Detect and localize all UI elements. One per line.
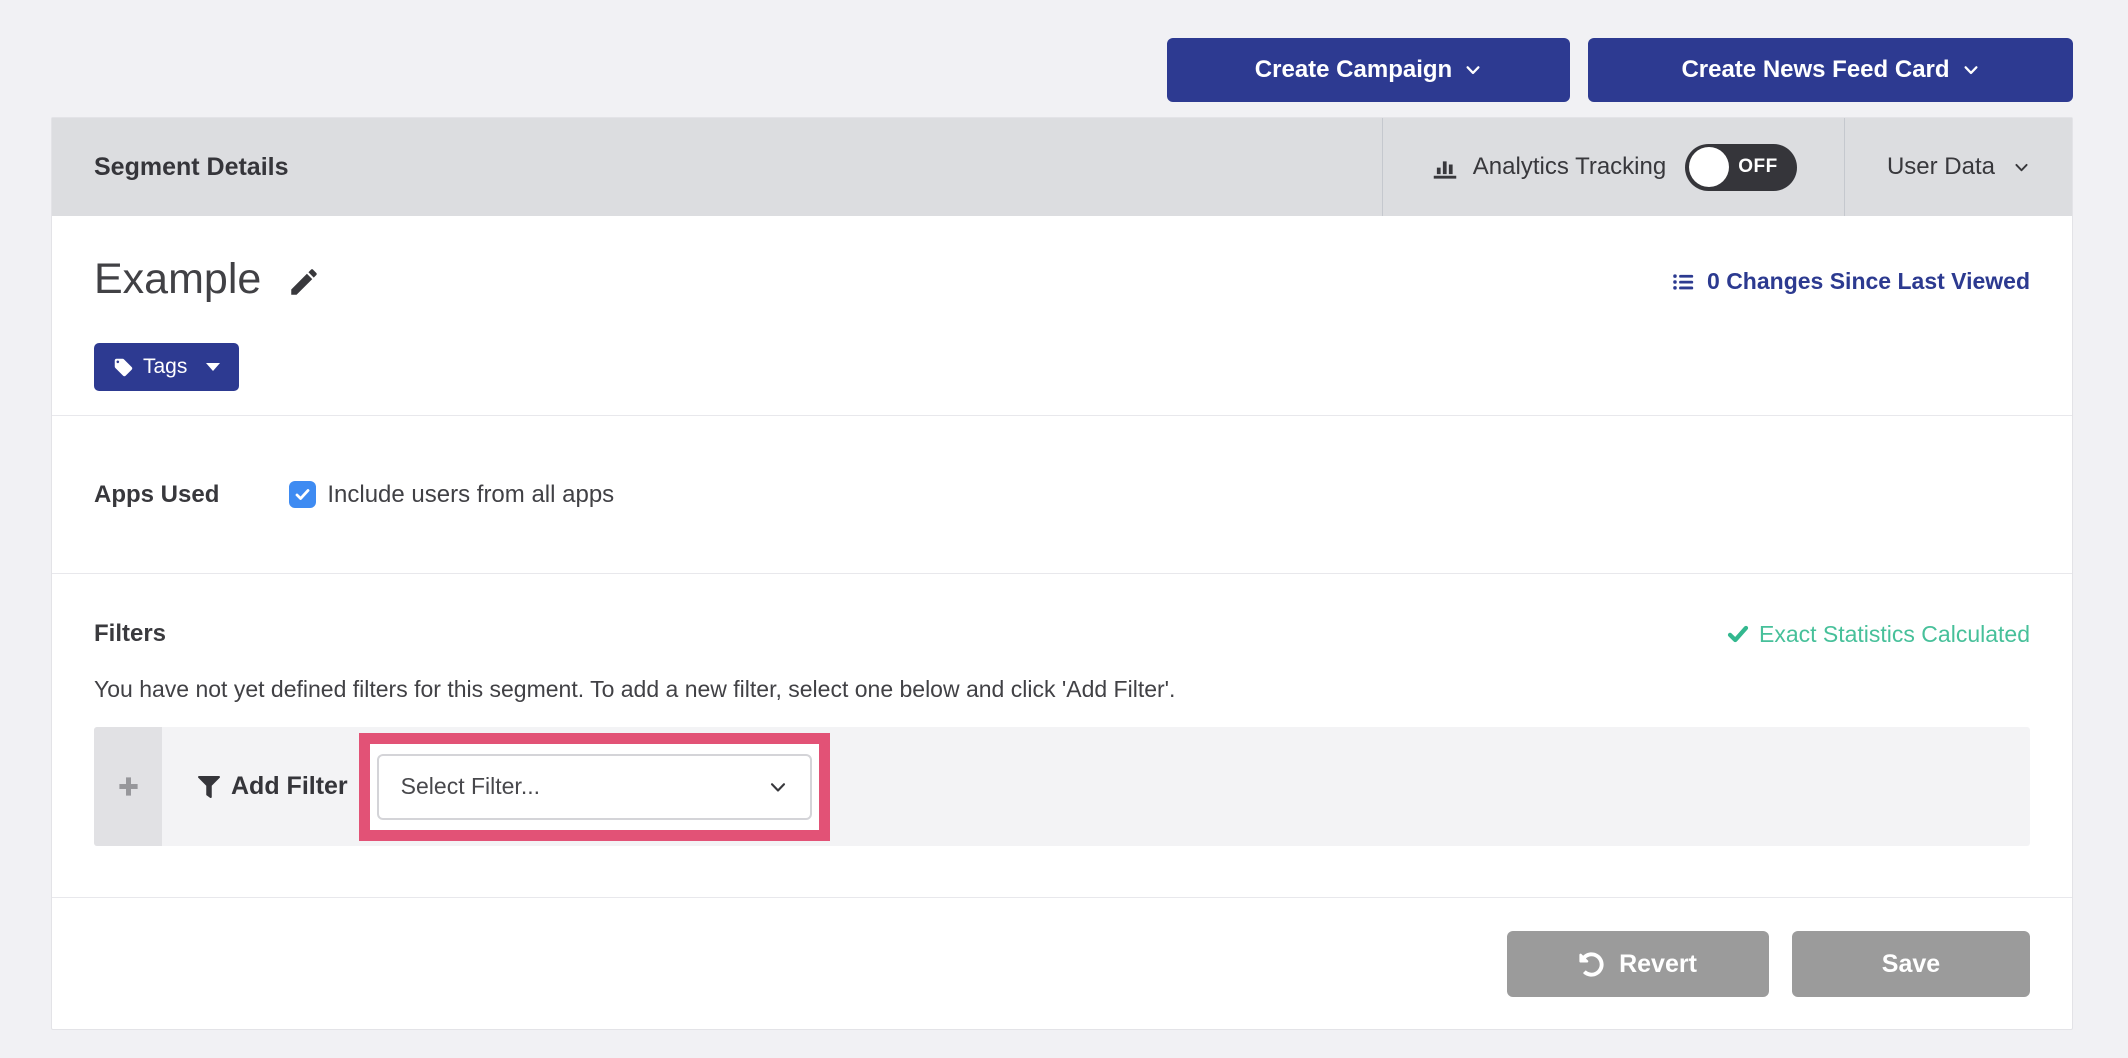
- include-all-apps-label: Include users from all apps: [327, 481, 614, 509]
- apps-used-label: Apps Used: [94, 481, 219, 509]
- tags-button[interactable]: Tags: [94, 343, 239, 391]
- check-icon: [1727, 623, 1749, 645]
- add-filter-label-group: Add Filter: [198, 772, 348, 801]
- changes-link-label: 0 Changes Since Last Viewed: [1707, 268, 2030, 295]
- filter-funnel-icon: [198, 776, 220, 798]
- top-action-bar: Create Campaign Create News Feed Card: [1167, 38, 2073, 102]
- segment-name: Example: [94, 256, 261, 303]
- filter-select-value: Select Filter...: [401, 773, 768, 800]
- bar-chart-icon: [1430, 152, 1460, 182]
- chevron-down-icon: [1464, 61, 1482, 79]
- include-all-apps-checkbox[interactable]: [289, 481, 316, 508]
- create-news-feed-card-label: Create News Feed Card: [1681, 56, 1949, 84]
- toggle-state-label: OFF: [1738, 156, 1778, 178]
- undo-icon: [1579, 952, 1604, 977]
- card-footer: Revert Save: [52, 898, 2072, 1030]
- add-filter-plus-button[interactable]: [94, 727, 162, 846]
- create-news-feed-card-button[interactable]: Create News Feed Card: [1588, 38, 2073, 102]
- plus-icon: [117, 775, 140, 798]
- save-button[interactable]: Save: [1792, 931, 2030, 997]
- segment-name-section: Example 0 Changes Since Last Viewed: [52, 216, 2072, 416]
- filters-description: You have not yet defined filters for thi…: [94, 676, 2030, 703]
- revert-button[interactable]: Revert: [1507, 931, 1769, 997]
- toggle-knob: [1689, 147, 1729, 187]
- checkmark-icon: [294, 486, 311, 503]
- add-filter-panel: Add Filter Select Filter...: [94, 727, 2030, 846]
- user-data-dropdown[interactable]: User Data: [1844, 118, 2072, 216]
- changes-since-last-viewed-link[interactable]: 0 Changes Since Last Viewed: [1670, 268, 2030, 295]
- apps-used-section: Apps Used Include users from all apps: [52, 416, 2072, 574]
- pencil-icon[interactable]: [287, 265, 321, 299]
- screen: Create Campaign Create News Feed Card Se…: [0, 0, 2128, 1058]
- filters-title: Filters: [94, 620, 166, 648]
- create-campaign-label: Create Campaign: [1255, 56, 1452, 84]
- save-button-label: Save: [1882, 950, 1940, 979]
- create-campaign-button[interactable]: Create Campaign: [1167, 38, 1570, 102]
- exact-statistics-status: Exact Statistics Calculated: [1727, 621, 2030, 648]
- filters-header-row: Filters Exact Statistics Calculated: [94, 620, 2030, 648]
- tags-button-label: Tags: [143, 355, 187, 379]
- tag-icon: [113, 357, 134, 378]
- analytics-tracking-label: Analytics Tracking: [1473, 153, 1666, 181]
- analytics-tracking-group: Analytics Tracking OFF: [1382, 118, 1844, 216]
- segment-title-row: Example: [94, 256, 321, 303]
- annotation-highlight-box: Select Filter...: [359, 733, 830, 841]
- caret-down-icon: [206, 363, 220, 371]
- user-data-label: User Data: [1887, 153, 1995, 181]
- analytics-tracking-toggle[interactable]: OFF: [1685, 144, 1797, 191]
- filters-section: Filters Exact Statistics Calculated You …: [52, 574, 2072, 898]
- page-title: Segment Details: [52, 118, 1382, 216]
- segment-details-card: Segment Details Analytics Tracking OFF: [51, 117, 2073, 1030]
- chevron-down-icon: [1962, 61, 1980, 79]
- card-header: Segment Details Analytics Tracking OFF: [52, 118, 2072, 216]
- chevron-down-icon: [768, 777, 788, 797]
- list-icon: [1670, 269, 1696, 295]
- add-filter-label: Add Filter: [231, 772, 348, 801]
- chevron-down-icon: [2013, 159, 2030, 176]
- revert-button-label: Revert: [1619, 950, 1697, 979]
- filter-select[interactable]: Select Filter...: [377, 754, 812, 820]
- exact-statistics-label: Exact Statistics Calculated: [1759, 621, 2030, 648]
